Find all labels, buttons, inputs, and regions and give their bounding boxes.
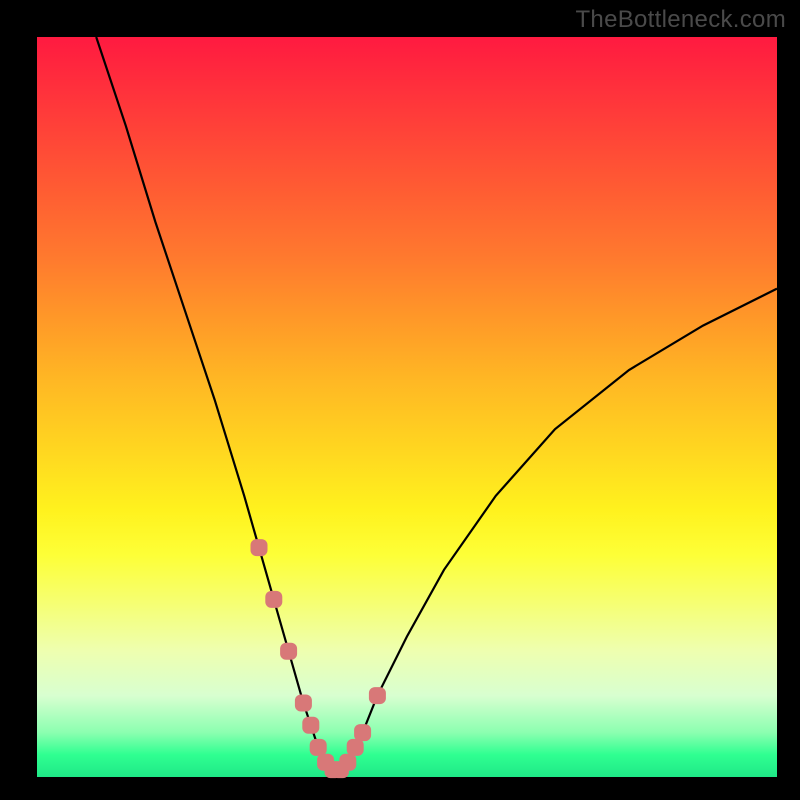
marker-point — [347, 739, 364, 756]
watermark-text: TheBottleneck.com — [575, 6, 786, 34]
marker-point — [310, 739, 327, 756]
marker-point — [339, 754, 356, 771]
chart-svg — [37, 37, 777, 777]
marker-point — [369, 687, 386, 704]
marker-point — [251, 539, 268, 556]
chart-frame: TheBottleneck.com — [0, 0, 800, 800]
marker-group — [251, 539, 386, 778]
marker-point — [302, 717, 319, 734]
marker-point — [354, 724, 371, 741]
plot-area — [37, 37, 777, 777]
marker-point — [265, 591, 282, 608]
marker-point — [295, 695, 312, 712]
marker-point — [280, 643, 297, 660]
bottleneck-curve — [96, 37, 777, 770]
